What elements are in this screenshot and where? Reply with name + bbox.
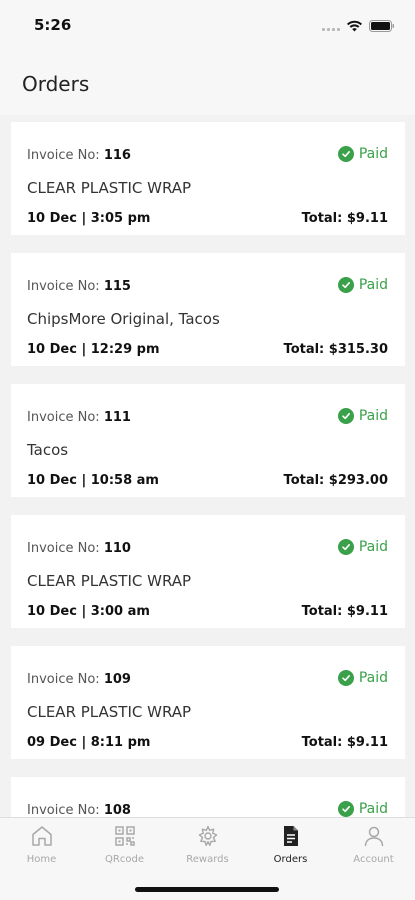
invoice-line: Invoice No: 109 [27, 672, 131, 687]
order-items: ChipsMore Original, Tacos [27, 310, 220, 328]
order-card[interactable]: Invoice No: 109 Paid CLEAR PLASTIC WRAP … [11, 646, 405, 759]
order-total: Total: $9.11 [301, 211, 388, 226]
order-total: Total: $315.30 [283, 342, 388, 357]
order-total: Total: $293.00 [283, 473, 388, 488]
status-badge: Paid [337, 801, 388, 817]
order-card[interactable]: Invoice No: 110 Paid CLEAR PLASTIC WRAP … [11, 515, 405, 628]
invoice-line: Invoice No: 115 [27, 279, 131, 294]
tab-label: Orders [273, 854, 308, 865]
home-indicator[interactable] [135, 887, 279, 892]
tab-label: QRcode [105, 854, 144, 865]
tab-account[interactable]: Account [332, 824, 415, 872]
order-items: CLEAR PLASTIC WRAP [27, 703, 192, 721]
invoice-line: Invoice No: 116 [27, 148, 131, 163]
invoice-label: Invoice No: [27, 148, 100, 163]
order-date: 10 Dec | 3:00 am [27, 604, 150, 619]
tab-home[interactable]: Home [0, 824, 83, 872]
invoice-number: 116 [103, 148, 131, 163]
invoice-number: 108 [103, 803, 131, 817]
order-card[interactable]: Invoice No: 115 Paid ChipsMore Original,… [11, 253, 405, 366]
order-date: 09 Dec | 8:11 pm [27, 735, 151, 750]
order-date: 10 Dec | 12:29 pm [27, 342, 160, 357]
invoice-label: Invoice No: [27, 279, 100, 294]
orders-list[interactable]: Invoice No: 116 Paid CLEAR PLASTIC WRAP … [0, 115, 415, 817]
order-card[interactable]: Invoice No: 108 Paid [11, 777, 405, 817]
check-circle-icon [337, 277, 354, 293]
status-label: Paid [358, 277, 388, 293]
check-circle-icon [337, 146, 354, 162]
rewards-icon [196, 824, 220, 848]
status-label: Paid [358, 670, 388, 686]
order-items: CLEAR PLASTIC WRAP [27, 572, 192, 590]
invoice-number: 109 [103, 672, 131, 687]
check-circle-icon [337, 801, 354, 817]
invoice-line: Invoice No: 111 [27, 410, 131, 425]
invoice-number: 110 [103, 541, 131, 556]
invoice-label: Invoice No: [27, 410, 100, 425]
status-badge: Paid [337, 670, 388, 686]
page-title: Orders [22, 72, 90, 96]
status-label: Paid [358, 539, 388, 555]
check-circle-icon [337, 670, 354, 686]
invoice-number: 111 [103, 410, 131, 425]
status-label: Paid [358, 146, 388, 162]
orders-icon [279, 824, 303, 848]
invoice-line: Invoice No: 108 [27, 803, 131, 817]
tab-orders[interactable]: Orders [249, 824, 332, 872]
status-label: Paid [358, 408, 388, 424]
status-icons [322, 17, 395, 36]
invoice-line: Invoice No: 110 [27, 541, 131, 556]
battery-icon [369, 17, 395, 36]
qrcode-icon [113, 824, 137, 848]
wifi-icon [346, 17, 363, 36]
status-badge: Paid [337, 539, 388, 555]
order-total: Total: $9.11 [301, 735, 388, 750]
status-bar: 5:26 [0, 0, 415, 50]
status-badge: Paid [337, 277, 388, 293]
tab-rewards[interactable]: Rewards [166, 824, 249, 872]
invoice-label: Invoice No: [27, 803, 100, 817]
status-badge: Paid [337, 408, 388, 424]
order-items: Tacos [27, 441, 69, 459]
home-icon [30, 824, 54, 848]
signal-icon [322, 23, 340, 31]
order-total: Total: $9.11 [301, 604, 388, 619]
invoice-label: Invoice No: [27, 541, 100, 556]
tab-label: Account [353, 854, 394, 865]
tab-label: Home [26, 854, 57, 865]
invoice-number: 115 [103, 279, 131, 294]
tab-qrcode[interactable]: QRcode [83, 824, 166, 872]
tab-label: Rewards [186, 854, 229, 865]
check-circle-icon [337, 408, 354, 424]
order-items: CLEAR PLASTIC WRAP [27, 179, 192, 197]
status-time: 5:26 [34, 16, 72, 34]
status-label: Paid [358, 801, 388, 817]
order-card[interactable]: Invoice No: 111 Paid Tacos 10 Dec | 10:5… [11, 384, 405, 497]
order-card[interactable]: Invoice No: 116 Paid CLEAR PLASTIC WRAP … [11, 122, 405, 235]
check-circle-icon [337, 539, 354, 555]
status-badge: Paid [337, 146, 388, 162]
order-date: 10 Dec | 10:58 am [27, 473, 159, 488]
invoice-label: Invoice No: [27, 672, 100, 687]
order-date: 10 Dec | 3:05 pm [27, 211, 151, 226]
account-icon [362, 824, 386, 848]
header: Orders [0, 50, 415, 115]
